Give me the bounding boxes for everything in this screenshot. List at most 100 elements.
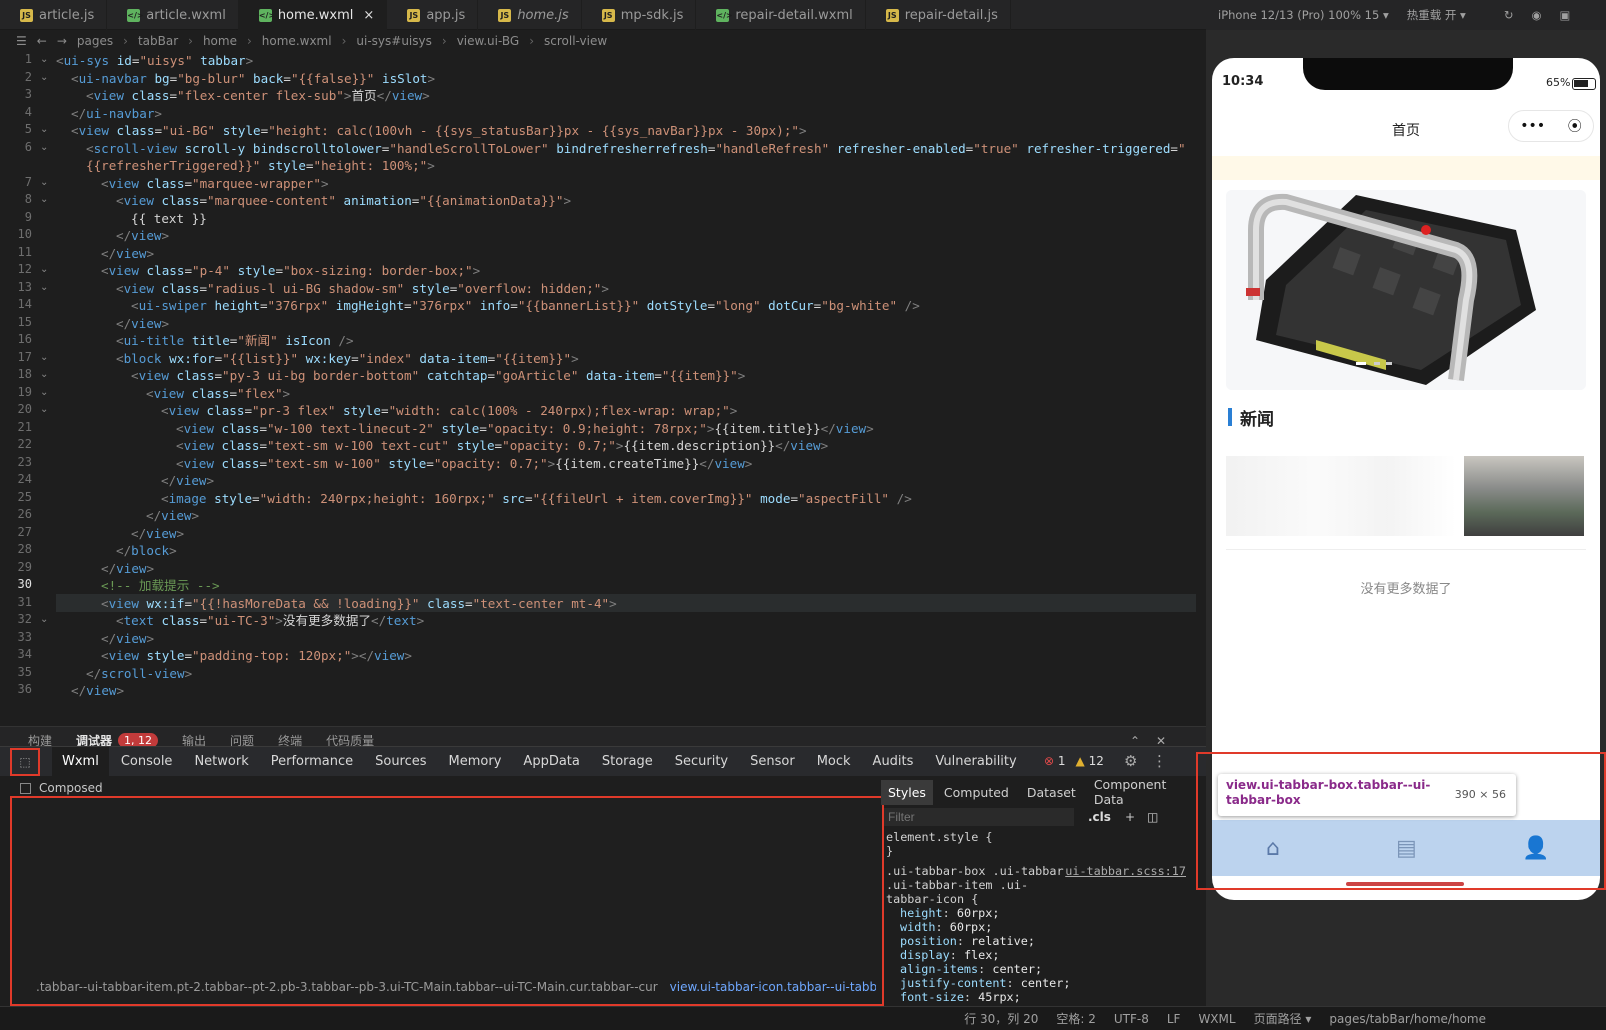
fold-chevron-icon[interactable]: ⌄ bbox=[40, 352, 48, 363]
breadcrumb-item[interactable]: home bbox=[203, 34, 237, 48]
wxml-file-icon: </> bbox=[716, 8, 733, 22]
devtools-counts[interactable]: ⊗ 1 ▲ 12 bbox=[1044, 754, 1104, 768]
wxml-path-main[interactable]: .tabbar--ui-tabbar-item.pt-2.tabbar--pt-… bbox=[36, 980, 658, 998]
devtools-tab-vulnerability[interactable]: Vulnerability bbox=[935, 754, 1016, 769]
composed-toggle[interactable]: Composed bbox=[20, 778, 880, 798]
rule-selector: .ui-tabbar-item .ui- bbox=[886, 878, 1029, 892]
news-item-text-blurred bbox=[1226, 456, 1456, 536]
record-icon[interactable]: ◉ bbox=[1531, 8, 1541, 22]
close-tab-icon[interactable]: × bbox=[363, 8, 374, 23]
devtools-tab-sensor[interactable]: Sensor bbox=[750, 754, 795, 769]
back-icon[interactable]: ← bbox=[37, 34, 47, 48]
breadcrumb-item[interactable]: scroll-view bbox=[544, 34, 607, 48]
editor-scrollbar[interactable] bbox=[1196, 52, 1206, 712]
style-declaration[interactable]: display: flex; bbox=[886, 948, 1186, 962]
close-mini-program-icon[interactable]: ⦿ bbox=[1568, 116, 1582, 136]
devtools-tab-memory[interactable]: Memory bbox=[449, 754, 502, 769]
devtools-tab-wxml[interactable]: Wxml bbox=[52, 747, 109, 776]
breadcrumb-item[interactable]: tabBar bbox=[138, 34, 178, 48]
forward-icon[interactable]: → bbox=[57, 34, 67, 48]
tab-dataset[interactable]: Dataset bbox=[1027, 785, 1076, 800]
line-gutter: 1 ⌄ 2 ⌄ 3 4 5 ⌄ 6 ⌄ 7 ⌄ 8 ⌄ 9 10 11 12 ⌄ 13 ⌄ 14 15 16 17 ⌄ 18 ⌄ 19 ⌄… bbox=[0, 52, 56, 712]
add-rule-icon[interactable]: + bbox=[1125, 810, 1135, 824]
style-declaration[interactable]: justify-content: center; bbox=[886, 976, 1186, 990]
style-property: height bbox=[900, 906, 943, 920]
rule-source-link[interactable]: ui-tabbar.scss:17 bbox=[1065, 864, 1186, 878]
devtools-tab-storage[interactable]: Storage bbox=[602, 754, 653, 769]
bookmark-icon[interactable]: ☰ bbox=[16, 34, 27, 48]
tab-computed[interactable]: Computed bbox=[944, 785, 1009, 800]
fold-chevron-icon[interactable]: ⌄ bbox=[40, 264, 48, 275]
fold-chevron-icon[interactable]: ⌄ bbox=[40, 614, 48, 625]
style-declaration[interactable]: width: 60rpx; bbox=[886, 920, 1186, 934]
editor-tab-article-wxml[interactable]: </> article.wxml bbox=[107, 0, 239, 30]
style-declaration[interactable]: position: relative; bbox=[886, 934, 1186, 948]
mini-program-capsule: ••• ⦿ bbox=[1508, 110, 1594, 142]
status-item[interactable]: UTF-8 bbox=[1114, 1012, 1149, 1026]
devtools-tab-performance[interactable]: Performance bbox=[271, 754, 353, 769]
breadcrumb-item[interactable]: home.wxml bbox=[262, 34, 332, 48]
settings-icon[interactable]: ⚙ bbox=[1124, 752, 1137, 770]
fold-chevron-icon[interactable]: ⌄ bbox=[40, 369, 48, 380]
hot-reload-toggle[interactable]: 热重载 开 ▾ bbox=[1407, 7, 1466, 23]
editor-tab-repair-detail-wxml[interactable]: </> repair-detail.wxml bbox=[696, 0, 866, 30]
style-declaration[interactable]: font-size: 45rpx; bbox=[886, 990, 1186, 1004]
composed-label: Composed bbox=[39, 781, 103, 795]
more-menu-icon[interactable]: ••• bbox=[1520, 118, 1545, 134]
styles-rules[interactable]: element.style { } .ui-tabbar-box .ui-tab… bbox=[886, 830, 1186, 1010]
status-item[interactable]: 页面路径 ▾ bbox=[1254, 1010, 1312, 1027]
editor-tab-home-wxml[interactable]: </> home.wxml × bbox=[238, 0, 388, 30]
status-item[interactable]: LF bbox=[1167, 1012, 1181, 1026]
tab-styles[interactable]: Styles bbox=[881, 779, 933, 805]
breadcrumb-item[interactable]: view.ui-BG bbox=[457, 34, 520, 48]
wxml-path-selected[interactable]: view.ui-tabbar-icon.tabbar--ui-tabbar-ic… bbox=[670, 980, 876, 998]
parking-lock-image bbox=[1226, 190, 1586, 390]
device-selector[interactable]: iPhone 12/13 (Pro) 100% 15 ▾ bbox=[1218, 8, 1389, 22]
devtools-tab-mock[interactable]: Mock bbox=[817, 754, 851, 769]
wxml-tree-panel[interactable] bbox=[10, 796, 884, 1006]
fold-chevron-icon[interactable]: ⌄ bbox=[40, 142, 48, 153]
devtools-tab-audits[interactable]: Audits bbox=[873, 754, 914, 769]
js-file-icon: JS bbox=[498, 8, 512, 22]
kebab-menu-icon[interactable]: ⋮ bbox=[1152, 752, 1167, 770]
inspect-element-icon[interactable]: ⬚ bbox=[10, 748, 40, 776]
fold-chevron-icon[interactable]: ⌄ bbox=[40, 404, 48, 415]
devtools-tab-security[interactable]: Security bbox=[675, 754, 728, 769]
tab-component-data[interactable]: Component Data bbox=[1094, 777, 1184, 807]
cls-toggle[interactable]: .cls bbox=[1088, 810, 1111, 824]
fold-chevron-icon[interactable]: ⌄ bbox=[40, 54, 48, 65]
code-editor[interactable]: <ui-sys id="uisys" tabbar> <ui-navbar bg… bbox=[56, 52, 1196, 712]
refresh-icon[interactable]: ↻ bbox=[1504, 8, 1514, 22]
breadcrumb-item[interactable]: pages bbox=[77, 34, 113, 48]
fold-chevron-icon[interactable]: ⌄ bbox=[40, 387, 48, 398]
devtools-tab-appdata[interactable]: AppData bbox=[523, 754, 579, 769]
banner-swiper[interactable] bbox=[1226, 190, 1586, 390]
editor-tab-mp-sdk-js[interactable]: JS mp-sdk.js bbox=[582, 0, 697, 30]
editor-tab-article-js[interactable]: JS article.js bbox=[0, 0, 108, 30]
style-declaration[interactable]: height: 60rpx; bbox=[886, 906, 1186, 920]
editor-tab-repair-detail-js[interactable]: JS repair-detail.js bbox=[866, 0, 1011, 30]
no-more-data-text: 没有更多数据了 bbox=[1360, 582, 1452, 597]
stop-icon[interactable]: ▣ bbox=[1560, 8, 1571, 22]
line-number: 13 bbox=[17, 279, 32, 294]
editor-tab-home-js[interactable]: JS home.js bbox=[478, 0, 582, 30]
style-declaration[interactable]: align-items: center; bbox=[886, 962, 1186, 976]
fold-chevron-icon[interactable]: ⌄ bbox=[40, 194, 48, 205]
devtools-tab-console[interactable]: Console bbox=[121, 754, 173, 769]
status-item[interactable]: pages/tabBar/home/home bbox=[1329, 1012, 1486, 1026]
line-number: 14 bbox=[17, 297, 32, 311]
composed-checkbox[interactable] bbox=[20, 782, 31, 794]
status-item[interactable]: 行 30，列 20 bbox=[964, 1010, 1038, 1027]
devtools-tab-sources[interactable]: Sources bbox=[375, 754, 426, 769]
breadcrumb-item[interactable]: ui-sys#uisys bbox=[356, 34, 431, 48]
toggle-sidebar-icon[interactable]: ◫ bbox=[1147, 810, 1158, 824]
status-item[interactable]: 空格: 2 bbox=[1056, 1010, 1096, 1027]
fold-chevron-icon[interactable]: ⌄ bbox=[40, 282, 48, 293]
status-item[interactable]: WXML bbox=[1198, 1012, 1235, 1026]
styles-filter-input[interactable] bbox=[884, 808, 1074, 826]
fold-chevron-icon[interactable]: ⌄ bbox=[40, 72, 48, 83]
devtools-tab-network[interactable]: Network bbox=[194, 754, 248, 769]
fold-chevron-icon[interactable]: ⌄ bbox=[40, 124, 48, 135]
fold-chevron-icon[interactable]: ⌄ bbox=[40, 177, 48, 188]
editor-tab-app-js[interactable]: JS app.js bbox=[387, 0, 479, 30]
